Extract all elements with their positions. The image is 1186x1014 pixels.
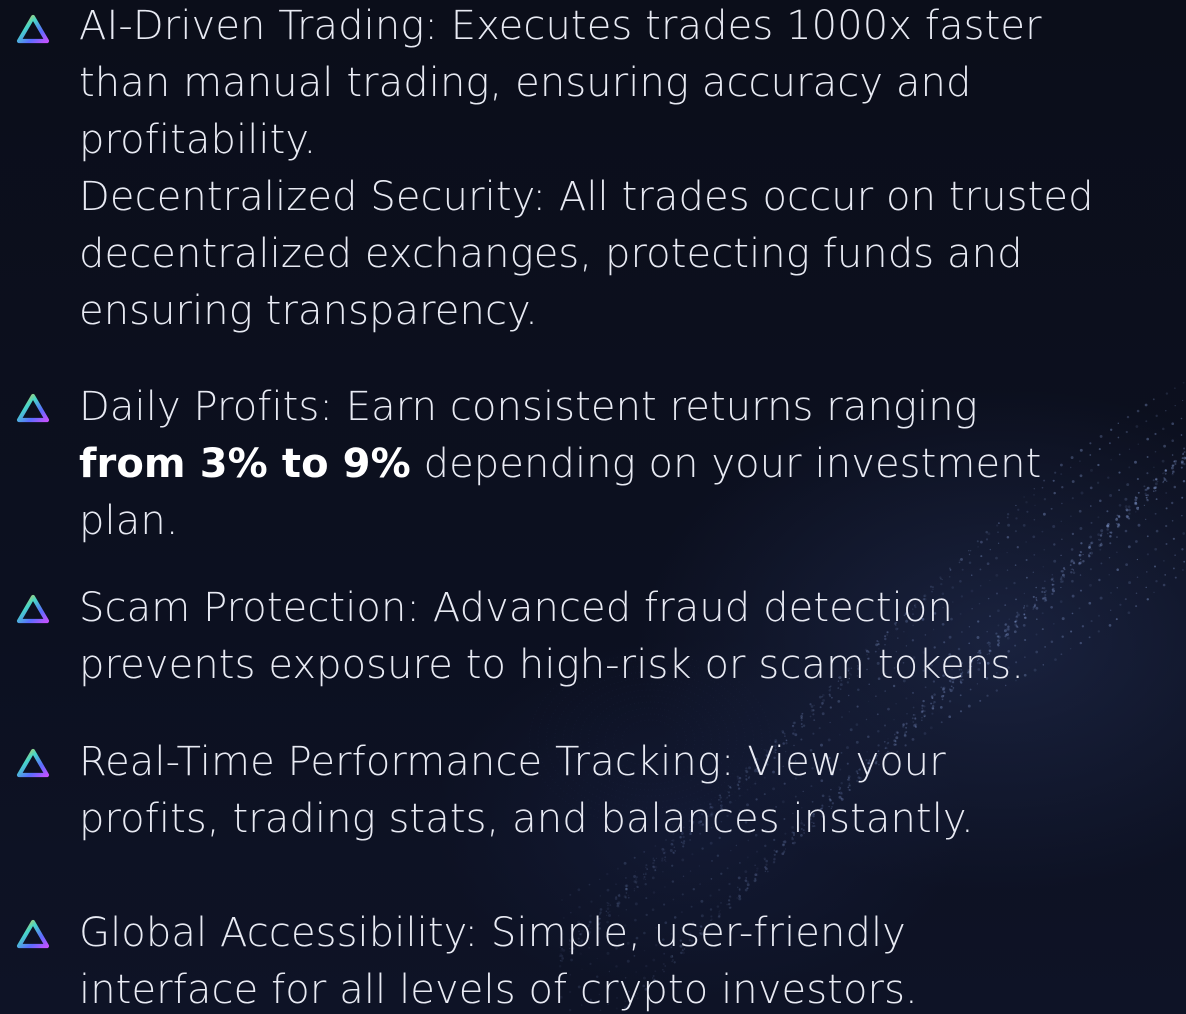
- profit-range-highlight: from 3% to 9%: [79, 441, 411, 487]
- feature-text: Real-Time Performance Tracking: View you…: [79, 734, 1186, 848]
- feature-line: Daily Profits: Earn consistent returns r…: [79, 384, 978, 430]
- feature-line: Global Accessibility: Simple, user-frien…: [79, 910, 906, 956]
- feature-text: Global Accessibility: Simple, user-frien…: [79, 905, 1186, 1014]
- feature-line: Decentralized Security: All trades occur…: [79, 174, 1094, 220]
- feature-line-rest: depending on your investment: [410, 441, 1042, 487]
- triangle-gradient-icon: [16, 748, 50, 778]
- feature-line: prevents exposure to high-risk or scam t…: [79, 642, 1025, 688]
- feature-text: AI-Driven Trading: Executes trades 1000x…: [79, 0, 1186, 340]
- feature-line: AI-Driven Trading: Executes trades 1000x…: [79, 3, 1042, 49]
- feature-line: from 3% to 9% depending on your investme…: [79, 436, 1186, 493]
- feature-line: plan.: [79, 498, 179, 544]
- triangle-gradient-icon: [16, 393, 50, 423]
- feature-text: Daily Profits: Earn consistent returns r…: [79, 379, 1186, 550]
- feature-line: interface for all levels of crypto inves…: [79, 967, 918, 1013]
- feature-line: profitability.: [79, 117, 317, 163]
- feature-line: ensuring transparency.: [79, 288, 538, 334]
- triangle-gradient-icon: [16, 594, 50, 624]
- feature-line: decentralized exchanges, protecting fund…: [79, 231, 1023, 277]
- feature-line: Scam Protection: Advanced fraud detectio…: [79, 585, 953, 631]
- triangle-gradient-icon: [16, 14, 50, 44]
- feature-line: profits, trading stats, and balances ins…: [79, 796, 974, 842]
- feature-line: Real-Time Performance Tracking: View you…: [79, 739, 946, 785]
- feature-text: Scam Protection: Advanced fraud detectio…: [79, 580, 1186, 694]
- feature-line: than manual trading, ensuring accuracy a…: [79, 60, 972, 106]
- triangle-gradient-icon: [16, 919, 50, 949]
